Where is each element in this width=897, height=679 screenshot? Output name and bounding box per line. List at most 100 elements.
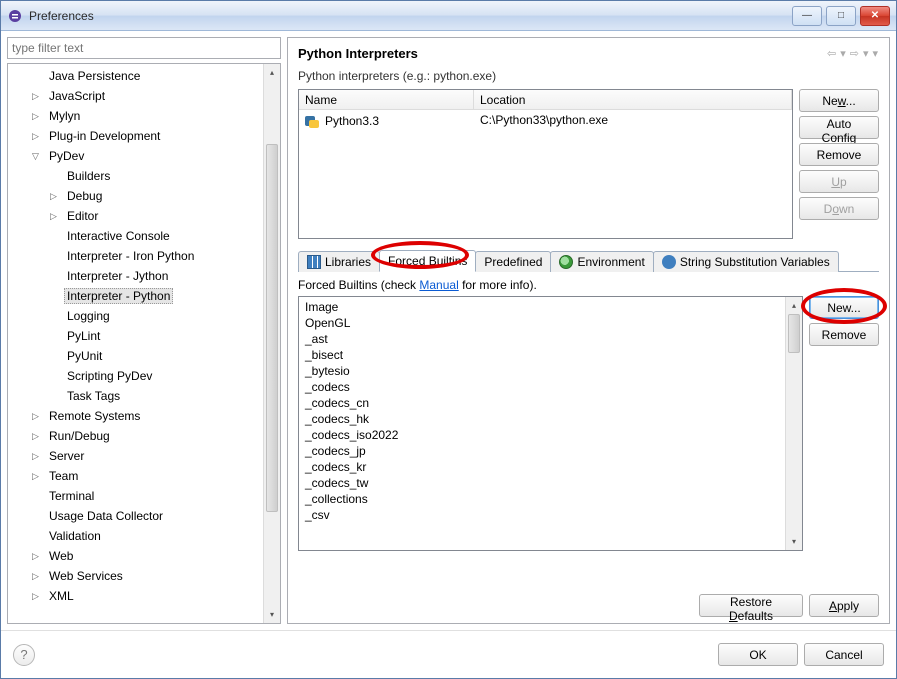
list-item[interactable]: _codecs_cn: [303, 395, 781, 411]
tree-item[interactable]: Terminal: [8, 486, 263, 506]
interpreters-table[interactable]: Name Location Python3.3 C:\Python33\pyth…: [298, 89, 793, 239]
scroll-track[interactable]: [264, 81, 280, 606]
tree-scrollbar[interactable]: ▴ ▾: [263, 64, 280, 623]
up-button[interactable]: Up: [799, 170, 879, 193]
close-button[interactable]: ✕: [860, 6, 890, 26]
tree-item-label: Scripting PyDev: [64, 368, 155, 384]
scroll-thumb[interactable]: [266, 144, 278, 512]
tree-item[interactable]: ▷XML: [8, 586, 263, 606]
tree-item[interactable]: Validation: [8, 526, 263, 546]
tree-item[interactable]: Interpreter - Iron Python: [8, 246, 263, 266]
builtins-scrollbar[interactable]: ▴ ▾: [785, 297, 802, 550]
tree-item[interactable]: ▷JavaScript: [8, 86, 263, 106]
tree-item[interactable]: PyUnit: [8, 346, 263, 366]
tree-expander-icon[interactable]: ▽: [32, 151, 42, 162]
tree-item[interactable]: ▷Mylyn: [8, 106, 263, 126]
minimize-button[interactable]: —: [792, 6, 822, 26]
tree-item[interactable]: ▷Web Services: [8, 566, 263, 586]
cancel-button[interactable]: Cancel: [804, 643, 884, 666]
tree-item[interactable]: ▷Server: [8, 446, 263, 466]
maximize-button[interactable]: □: [826, 6, 856, 26]
list-item[interactable]: _codecs_hk: [303, 411, 781, 427]
manual-link[interactable]: Manual: [419, 278, 458, 292]
tab-environment[interactable]: Environment: [550, 251, 653, 272]
tree-item[interactable]: ▷Team: [8, 466, 263, 486]
preferences-tree[interactable]: Java Persistence▷JavaScript▷Mylyn▷Plug-i…: [8, 64, 263, 623]
tree-item[interactable]: Task Tags: [8, 386, 263, 406]
tree-expander-icon[interactable]: ▷: [32, 471, 42, 482]
tab-predefined[interactable]: Predefined: [475, 251, 551, 272]
tab-string-substitution[interactable]: String Substitution Variables: [653, 251, 839, 272]
tree-item[interactable]: Scripting PyDev: [8, 366, 263, 386]
tree-item[interactable]: Interactive Console: [8, 226, 263, 246]
tree-expander-icon[interactable]: ▷: [32, 411, 42, 422]
remove-builtin-button[interactable]: Remove: [809, 323, 879, 346]
list-item[interactable]: _codecs_jp: [303, 443, 781, 459]
apply-button[interactable]: Apply: [809, 594, 879, 617]
tree-item-label: Builders: [64, 168, 113, 184]
tree-item[interactable]: ▷Web: [8, 546, 263, 566]
remove-interpreter-button[interactable]: Remove: [799, 143, 879, 166]
list-item[interactable]: _bisect: [303, 347, 781, 363]
col-header-name[interactable]: Name: [299, 90, 474, 109]
nav-back-icon[interactable]: ⇦: [826, 47, 837, 60]
tree-item[interactable]: Logging: [8, 306, 263, 326]
scroll-thumb[interactable]: [788, 314, 800, 353]
filter-input[interactable]: [7, 37, 281, 59]
list-item[interactable]: _codecs_tw: [303, 475, 781, 491]
tree-item[interactable]: ▷Remote Systems: [8, 406, 263, 426]
new-builtin-button[interactable]: New...: [809, 296, 879, 319]
nav-forward-menu-icon[interactable]: ▾: [862, 47, 870, 60]
scroll-up-arrow[interactable]: ▴: [264, 64, 280, 81]
tab-libraries[interactable]: Libraries: [298, 251, 380, 272]
tree-expander-icon[interactable]: ▷: [32, 591, 42, 602]
tree-item[interactable]: Usage Data Collector: [8, 506, 263, 526]
nav-back-menu-icon[interactable]: ▾: [839, 47, 847, 60]
scroll-down-arrow[interactable]: ▾: [786, 533, 802, 550]
auto-config-button[interactable]: Auto Config: [799, 116, 879, 139]
list-item[interactable]: _ast: [303, 331, 781, 347]
tree-item[interactable]: ▷Plug-in Development: [8, 126, 263, 146]
tree-expander-icon[interactable]: ▷: [32, 571, 42, 582]
scroll-up-arrow[interactable]: ▴: [786, 297, 802, 314]
builtins-list[interactable]: ImageOpenGL_ast_bisect_bytesio_codecs_co…: [299, 297, 785, 550]
tree-expander-icon[interactable]: ▷: [50, 211, 60, 222]
nav-forward-icon[interactable]: ⇨: [849, 47, 860, 60]
tree-item[interactable]: Interpreter - Python: [8, 286, 263, 306]
list-item[interactable]: Image: [303, 299, 781, 315]
nav-menu-icon[interactable]: ▾: [871, 47, 879, 60]
table-row[interactable]: Python3.3 C:\Python33\python.exe: [299, 110, 792, 132]
tree-item[interactable]: ▽PyDev: [8, 146, 263, 166]
tree-item[interactable]: PyLint: [8, 326, 263, 346]
list-item[interactable]: _codecs_iso2022: [303, 427, 781, 443]
tree-item[interactable]: Java Persistence: [8, 66, 263, 86]
list-item[interactable]: _bytesio: [303, 363, 781, 379]
list-item[interactable]: _collections: [303, 491, 781, 507]
tree-expander-icon[interactable]: ▷: [32, 131, 42, 142]
tree-expander-icon[interactable]: ▷: [32, 431, 42, 442]
help-button[interactable]: ?: [13, 644, 35, 666]
list-item[interactable]: _codecs: [303, 379, 781, 395]
new-interpreter-button[interactable]: New...: [799, 89, 879, 112]
python-icon: [305, 113, 321, 129]
scroll-track[interactable]: [786, 314, 802, 533]
list-item[interactable]: OpenGL: [303, 315, 781, 331]
col-header-location[interactable]: Location: [474, 90, 792, 109]
tree-item[interactable]: Builders: [8, 166, 263, 186]
tree-item[interactable]: Interpreter - Jython: [8, 266, 263, 286]
tree-item[interactable]: ▷Editor: [8, 206, 263, 226]
tab-forced-builtins[interactable]: Forced Builtins: [379, 250, 476, 272]
restore-defaults-button[interactable]: Restore Defaults: [699, 594, 803, 617]
list-item[interactable]: _codecs_kr: [303, 459, 781, 475]
down-button[interactable]: Down: [799, 197, 879, 220]
ok-button[interactable]: OK: [718, 643, 798, 666]
scroll-down-arrow[interactable]: ▾: [264, 606, 280, 623]
tree-expander-icon[interactable]: ▷: [32, 551, 42, 562]
tree-expander-icon[interactable]: ▷: [32, 451, 42, 462]
tree-item[interactable]: ▷Run/Debug: [8, 426, 263, 446]
list-item[interactable]: _csv: [303, 507, 781, 523]
tree-expander-icon[interactable]: ▷: [32, 111, 42, 122]
tree-item[interactable]: ▷Debug: [8, 186, 263, 206]
tree-expander-icon[interactable]: ▷: [32, 91, 42, 102]
tree-expander-icon[interactable]: ▷: [50, 191, 60, 202]
